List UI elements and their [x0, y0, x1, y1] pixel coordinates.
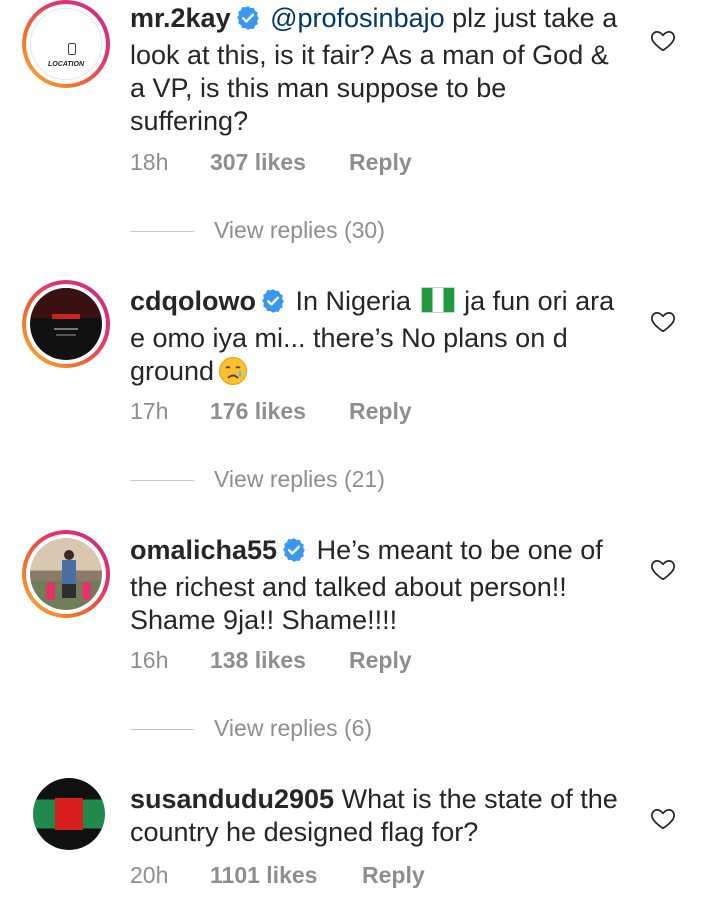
- comment-text: mr.2kay @profosinbajo plz just take a lo…: [130, 2, 630, 138]
- comment-meta: 20h 1101 likes Reply: [130, 862, 425, 889]
- username[interactable]: mr.2kay: [130, 3, 231, 33]
- divider-line: [130, 480, 194, 482]
- verified-badge-icon: [235, 5, 261, 39]
- comment-meta: 18h 307 likes Reply: [130, 149, 412, 176]
- view-replies-label: View replies (21): [214, 466, 385, 492]
- like-count[interactable]: 138 likes: [210, 647, 349, 674]
- username[interactable]: susandudu2905: [130, 784, 334, 814]
- comment-meta: 17h 176 likes Reply: [130, 398, 412, 425]
- avatar[interactable]: [22, 530, 110, 618]
- mention-link[interactable]: @profosinbajo: [270, 3, 445, 33]
- view-replies-label: View replies (30): [214, 217, 385, 243]
- reply-button[interactable]: Reply: [349, 398, 412, 425]
- divider-line: [130, 231, 194, 233]
- verified-badge-icon: [260, 288, 286, 322]
- like-heart-icon[interactable]: [650, 309, 676, 333]
- reply-button[interactable]: Reply: [362, 862, 425, 889]
- crying-face-icon: [218, 356, 248, 394]
- comment-time: 16h: [130, 647, 169, 673]
- like-heart-icon[interactable]: [650, 557, 676, 581]
- comment-text: cdqolowo In Nigeria ja fun ori ara e omo…: [130, 285, 630, 394]
- like-count[interactable]: 307 likes: [210, 149, 349, 176]
- like-count[interactable]: 1101 likes: [210, 862, 362, 889]
- view-replies-button[interactable]: View replies (21): [130, 466, 385, 493]
- comment-time: 17h: [130, 398, 169, 424]
- reply-button[interactable]: Reply: [349, 149, 412, 176]
- like-count[interactable]: 176 likes: [210, 398, 349, 425]
- comment-time: 18h: [130, 149, 169, 175]
- username[interactable]: omalicha55: [130, 535, 277, 565]
- comment-text: omalicha55 He’s meant to be one of the r…: [130, 534, 630, 637]
- comment-time: 20h: [130, 862, 169, 888]
- view-replies-button[interactable]: View replies (6): [130, 715, 372, 742]
- view-replies-button[interactable]: View replies (30): [130, 217, 385, 244]
- like-heart-icon[interactable]: [650, 806, 676, 830]
- avatar[interactable]: [33, 778, 105, 850]
- username[interactable]: cdqolowo: [130, 286, 256, 316]
- nigeria-flag-icon: [420, 287, 455, 313]
- comment-text: susandudu2905 What is the state of the c…: [130, 783, 630, 849]
- view-replies-label: View replies (6): [214, 715, 373, 741]
- avatar[interactable]: [22, 280, 110, 368]
- divider-line: [130, 729, 194, 731]
- comment-meta: 16h 138 likes Reply: [130, 647, 412, 674]
- reply-button[interactable]: Reply: [349, 647, 412, 674]
- avatar-caption: LOCATION: [47, 61, 85, 68]
- avatar[interactable]: LOCATION: [22, 0, 110, 88]
- verified-badge-icon: [281, 537, 307, 571]
- logo-mark-icon: [68, 43, 76, 55]
- comment-body-start: In Nigeria: [295, 286, 412, 316]
- like-heart-icon[interactable]: [650, 28, 676, 52]
